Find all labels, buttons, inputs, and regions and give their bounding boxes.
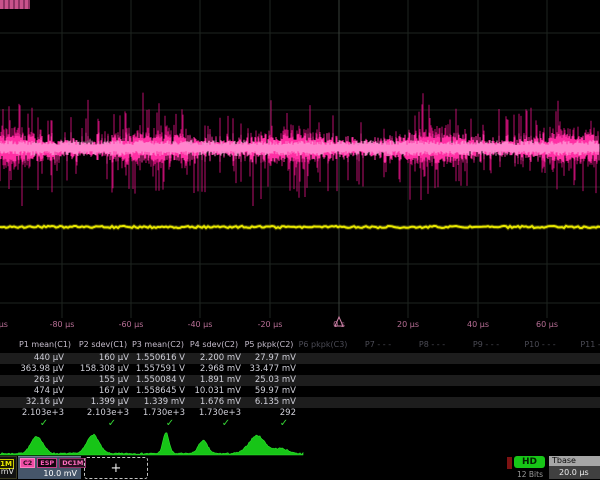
parameter-header[interactable]: P4 sdev(C2): [190, 340, 238, 349]
parameter-value: 2.200 mV: [179, 353, 241, 363]
parameter-value: 1.730e+3: [123, 408, 185, 418]
time-axis-label: -80 µs: [50, 320, 75, 329]
parameter-value: 158.308 µV: [67, 364, 129, 374]
oscilloscope-screen: -100 µs -80 µs -60 µs -40 µs -20 µs 0 s 20 µs 4…: [0, 0, 600, 480]
table-row: 32.16 µV1.399 µV1.339 mV1.676 mV6.135 mV: [0, 397, 600, 408]
channel2-descriptor-box[interactable]: C2 ESP DC1M 10.0 mV: [18, 456, 81, 479]
parameter-value: 1.891 mV: [179, 375, 241, 385]
parameter-value: 1.399 µV: [67, 397, 129, 407]
parameter-value: 33.477 mV: [234, 364, 296, 374]
parameter-value: 263 µV: [2, 375, 64, 385]
parameter-value: 292: [234, 408, 296, 418]
resolution-bits-label: 12 Bits: [510, 470, 550, 479]
parameter-value: 59.97 mV: [234, 386, 296, 396]
status-check-icon: ✓: [108, 418, 116, 429]
table-row: 474 µV167 µV1.558645 V10.031 mV59.97 mV: [0, 386, 600, 397]
annotation-label: [0, 0, 30, 9]
c2-badges: C2 ESP DC1M: [20, 458, 86, 468]
time-axis-label: 20 µs: [397, 320, 419, 329]
time-axis-label: 60 µs: [536, 320, 558, 329]
parameter-value: 1.557591 V: [123, 364, 185, 374]
table-row: 363.98 µV158.308 µV1.557591 V2.968 mV33.…: [0, 364, 600, 375]
parameter-header-unused[interactable]: P9 - - -: [473, 340, 499, 349]
time-axis-label: -20 µs: [258, 320, 283, 329]
time-axis-label: 0 s: [333, 320, 345, 329]
time-axis-label: 40 µs: [467, 320, 489, 329]
parameter-header-unused[interactable]: P6 pkpk(C3): [299, 340, 348, 349]
parameter-header-unused[interactable]: P11 - - -: [580, 340, 600, 349]
parameter-header[interactable]: P3 mean(C2): [132, 340, 184, 349]
c2-channel-badge: C2: [20, 458, 35, 468]
measurement-histicon: [0, 433, 303, 455]
parameter-header[interactable]: P2 sdev(C1): [79, 340, 127, 349]
parameter-header-unused[interactable]: P10 - - -: [524, 340, 555, 349]
parameter-value: 27.97 mV: [234, 353, 296, 363]
parameter-value: 2.968 mV: [179, 364, 241, 374]
c1-vertical-scale: 10.0 mV: [0, 467, 14, 476]
parameter-header-unused[interactable]: P7 - - -: [365, 340, 391, 349]
parameter-value: 1.730e+3: [179, 408, 241, 418]
parameter-value: 6.135 mV: [234, 397, 296, 407]
status-check-icon: ✓: [280, 418, 288, 429]
timebase-descriptor-box[interactable]: Tbase 20.0 µs: [549, 456, 600, 479]
parameter-value: 155 µV: [67, 375, 129, 385]
parameter-value: 2.103e+3: [2, 408, 64, 418]
time-axis-label: -40 µs: [188, 320, 213, 329]
table-row: 263 µV155 µV1.550084 V1.891 mV25.03 mV: [0, 375, 600, 386]
c2-vertical-scale: 10.0 mV: [43, 469, 77, 478]
parameter-value: 10.031 mV: [179, 386, 241, 396]
parameter-header[interactable]: P5 pkpk(C2): [245, 340, 294, 349]
timebase-scale-value: 20.0 µs: [549, 466, 600, 479]
parameter-value: 160 µV: [67, 353, 129, 363]
status-check-icon: ✓: [222, 418, 230, 429]
channel1-descriptor-box[interactable]: DC1M 10.0 mV: [0, 456, 17, 479]
channel1-waveform: [0, 226, 600, 228]
plus-icon: +: [111, 461, 122, 476]
parameter-value: 32.16 µV: [2, 397, 64, 407]
status-check-icon: ✓: [40, 418, 48, 429]
parameter-value: 363.98 µV: [2, 364, 64, 374]
hd-mode-badge[interactable]: HD: [514, 456, 545, 468]
parameter-value: 1.550616 V: [123, 353, 185, 363]
parameter-header-unused[interactable]: P8 - - -: [419, 340, 445, 349]
add-trace-button[interactable]: +: [84, 457, 148, 479]
parameter-value: 1.339 mV: [123, 397, 185, 407]
parameter-value: 1.676 mV: [179, 397, 241, 407]
c2-coupling-badge: DC1M: [59, 458, 86, 468]
table-row: 2.103e+32.103e+31.730e+31.730e+3292: [0, 408, 600, 419]
status-check-icon: ✓: [166, 418, 174, 429]
parameter-value: 474 µV: [2, 386, 64, 396]
timebase-title: Tbase: [549, 456, 600, 466]
parameter-value: 1.550084 V: [123, 375, 185, 385]
parameter-header[interactable]: P1 mean(C1): [19, 340, 71, 349]
c2-esp-badge: ESP: [37, 458, 57, 468]
hd-label: HD: [522, 457, 537, 467]
parameter-value: 25.03 mV: [234, 375, 296, 385]
time-axis-label: -60 µs: [119, 320, 144, 329]
parameter-value: 2.103e+3: [67, 408, 129, 418]
time-axis-label: -100 µs: [0, 320, 8, 329]
parameter-value: 167 µV: [67, 386, 129, 396]
parameter-value: 440 µV: [2, 353, 64, 363]
table-row: 440 µV160 µV1.550616 V2.200 mV27.97 mV: [0, 353, 600, 364]
parameter-value: 1.558645 V: [123, 386, 185, 396]
trigger-indicator-sliver: [507, 457, 512, 469]
